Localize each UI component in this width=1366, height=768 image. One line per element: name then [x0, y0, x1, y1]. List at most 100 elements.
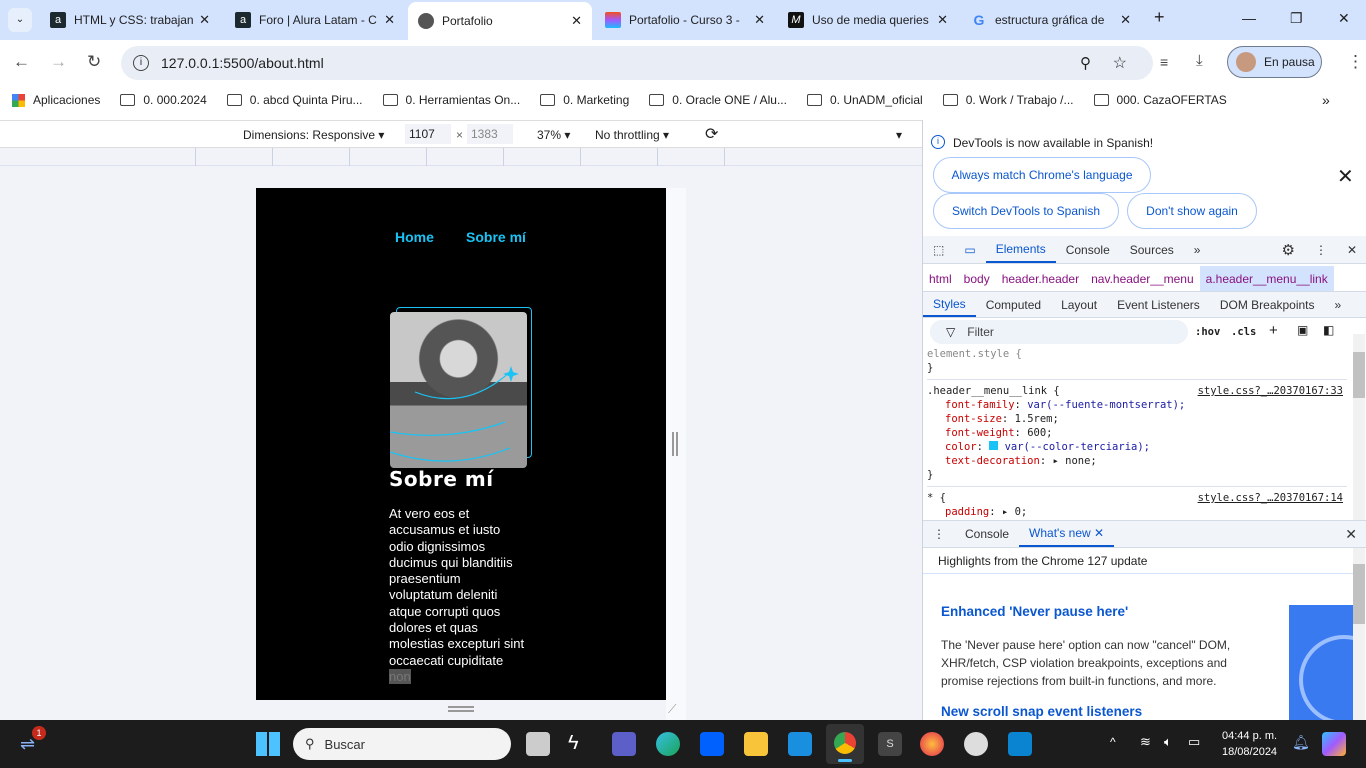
reading-list-icon[interactable]: ≡	[1160, 54, 1168, 70]
back-button[interactable]: ←	[13, 52, 30, 72]
resize-handle-bottom[interactable]	[448, 706, 474, 712]
vscode-icon[interactable]	[1008, 732, 1032, 756]
height-input[interactable]: 1383	[467, 124, 513, 144]
close-devtools-icon[interactable]: ✕	[1337, 236, 1366, 263]
devtools-menu-icon[interactable]: ⋮	[1305, 236, 1337, 263]
media-query-ruler[interactable]	[0, 148, 922, 166]
close-notice-icon[interactable]: ✕	[1337, 164, 1354, 189]
new-rule-icon[interactable]: +	[1269, 322, 1278, 339]
firefox-icon[interactable]	[920, 732, 944, 756]
copilot-icon[interactable]	[1322, 732, 1346, 756]
device-toggle-icon[interactable]: ▭	[954, 236, 985, 263]
element-style-rule[interactable]: element.style {}	[927, 347, 1347, 380]
close-window-button[interactable]: ✕	[1338, 10, 1350, 27]
bookmark-folder[interactable]: 0. abcd Quinta Piru...	[226, 93, 363, 107]
more-tabs-icon[interactable]: »	[1184, 236, 1211, 263]
drawer-tab-whats-new[interactable]: What's new ✕	[1019, 521, 1115, 547]
mail-icon[interactable]	[788, 732, 812, 756]
bookmark-folder[interactable]: 000. CazaOFERTAS	[1093, 93, 1227, 107]
restore-button[interactable]: ❐	[1290, 10, 1303, 27]
tab-elements[interactable]: Elements	[985, 236, 1056, 263]
edge-icon[interactable]	[656, 732, 680, 756]
breadcrumb-item[interactable]: nav.header__menu	[1085, 266, 1200, 291]
throttling-select[interactable]: No throttling ▾	[595, 128, 669, 142]
tab-sources[interactable]: Sources	[1120, 236, 1184, 263]
bookmark-folder[interactable]: 0. Herramientas On...	[382, 93, 520, 107]
nav-link-home[interactable]: Home	[395, 229, 434, 245]
cls-toggle[interactable]: .cls	[1231, 325, 1256, 339]
resize-corner-icon[interactable]: ⟋	[668, 702, 676, 717]
width-input[interactable]: 1107	[405, 124, 451, 144]
menu-kebab-icon[interactable]: ⋮	[1347, 52, 1364, 72]
css-property[interactable]: font-size: 1.5rem;	[945, 412, 1347, 426]
close-icon[interactable]: ✕	[571, 13, 582, 29]
close-icon[interactable]: ✕	[937, 12, 948, 28]
subtab-event-listeners[interactable]: Event Listeners	[1107, 292, 1210, 317]
forward-button[interactable]: →	[50, 52, 67, 72]
bookmark-star-icon[interactable]: ☆	[1113, 53, 1127, 73]
match-language-button[interactable]: Always match Chrome's language	[933, 157, 1151, 193]
css-property[interactable]: padding: ▸ 0;	[927, 505, 1347, 519]
volume-icon[interactable]: 🔈︎	[1164, 734, 1172, 750]
start-icon[interactable]	[256, 732, 280, 756]
app-icon[interactable]: ϟ	[568, 732, 592, 756]
close-icon[interactable]: ✕	[199, 12, 210, 28]
address-bar[interactable]: i 127.0.0.1:5500/about.html ⚲ ☆	[121, 46, 1153, 80]
clock[interactable]: 04:44 p. m. 18/08/2024	[1222, 728, 1277, 760]
breadcrumb-item[interactable]: html	[923, 266, 958, 291]
tab[interactable]: M Uso de media queries ✕	[778, 6, 958, 34]
zoom-icon[interactable]: ⚲	[1080, 54, 1091, 72]
taskbar-search[interactable]: ⚲ Buscar	[293, 728, 511, 760]
paint-brush-icon[interactable]: ▣	[1297, 323, 1308, 337]
bookmark-folder[interactable]: 0. Oracle ONE / Alu...	[649, 93, 787, 107]
teams-icon[interactable]	[612, 732, 636, 756]
subtab-computed[interactable]: Computed	[976, 292, 1051, 317]
bookmark-folder[interactable]: 0. Marketing	[540, 93, 629, 107]
more-bookmarks-icon[interactable]: »	[1322, 92, 1330, 108]
color-swatch[interactable]	[989, 441, 999, 450]
file-explorer-icon[interactable]	[744, 732, 768, 756]
css-property[interactable]: color: var(--color-terciaria);	[945, 440, 1347, 454]
dont-show-again-button[interactable]: Don't show again	[1127, 193, 1257, 229]
styles-filter-input[interactable]: ▽ Filter	[930, 320, 1188, 344]
css-property[interactable]: text-decoration: ▸ none;	[945, 454, 1347, 468]
download-icon[interactable]: ⤓	[1196, 52, 1203, 69]
breadcrumb-item-selected[interactable]: a.header__menu__link	[1199, 266, 1334, 291]
nav-link-sobre-mi[interactable]: Sobre mí	[466, 229, 526, 245]
tab[interactable]: Gestructura gráfica de ✕	[961, 6, 1141, 34]
more-subtabs-icon[interactable]: »	[1325, 292, 1352, 317]
settings-gear-icon[interactable]: ⚙	[1271, 236, 1304, 263]
notifications-bell-icon[interactable]: 🔔︎	[1292, 734, 1310, 751]
dimensions-select[interactable]: Dimensions: Responsive ▾	[243, 128, 384, 142]
feature-heading[interactable]: Enhanced 'Never pause here'	[941, 604, 1128, 619]
rotate-icon[interactable]: ⟳	[705, 124, 718, 144]
site-info-icon[interactable]: i	[133, 55, 149, 71]
source-link[interactable]: style.css?_…20370167:33	[1198, 384, 1343, 398]
close-icon[interactable]: ✕	[754, 12, 765, 28]
feature-heading[interactable]: New scroll snap event listeners	[941, 704, 1142, 719]
app-icon[interactable]	[964, 732, 988, 756]
drawer-scrollbar[interactable]	[1353, 548, 1365, 720]
drawer-tab-console[interactable]: Console	[955, 521, 1019, 547]
bookmark-apps[interactable]: Aplicaciones	[12, 93, 100, 107]
close-icon[interactable]: ✕	[1120, 12, 1131, 28]
bookmark-folder[interactable]: 0. UnADM_oficial	[806, 93, 923, 107]
chrome-taskbar-active[interactable]	[826, 724, 864, 764]
switch-spanish-button[interactable]: Switch DevTools to Spanish	[933, 193, 1119, 229]
tab-active[interactable]: Portafolio ✕	[408, 2, 592, 40]
hov-toggle[interactable]: :hov	[1195, 325, 1220, 339]
close-icon[interactable]: ✕	[384, 12, 395, 28]
subtab-dom-breakpoints[interactable]: DOM Breakpoints	[1210, 292, 1325, 317]
styles-scrollbar[interactable]	[1353, 334, 1365, 520]
bookmark-folder[interactable]: 0. 000.2024	[120, 93, 207, 107]
breadcrumb-item[interactable]: body	[958, 266, 996, 291]
new-tab-button[interactable]: +	[1154, 7, 1165, 28]
resize-handle-right[interactable]	[672, 432, 678, 456]
subtab-styles[interactable]: Styles	[923, 292, 976, 317]
tab[interactable]: a Foro | Alura Latam - C ✕	[225, 6, 405, 34]
task-view-icon[interactable]	[526, 732, 550, 756]
tab[interactable]: Portafolio - Curso 3 - ✕	[595, 6, 775, 34]
app-s-icon[interactable]: S	[878, 732, 902, 756]
minimize-button[interactable]: —	[1242, 10, 1256, 26]
reload-button[interactable]: ↻	[87, 52, 101, 72]
